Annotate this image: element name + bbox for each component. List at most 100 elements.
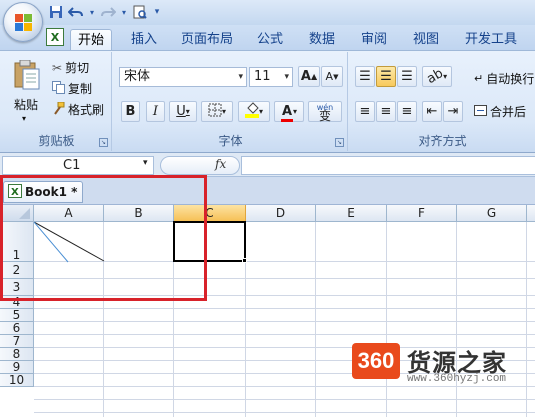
tab-insert[interactable]: 插入 bbox=[124, 29, 164, 51]
column-header-e[interactable]: E bbox=[316, 205, 387, 222]
grow-font-icon: A bbox=[300, 69, 311, 84]
fill-color-button[interactable]: ▾ bbox=[238, 101, 270, 122]
tab-page-layout[interactable]: 页面布局 bbox=[178, 29, 236, 51]
cut-button[interactable]: ✂ 剪切 bbox=[52, 59, 89, 76]
name-box[interactable]: C1 bbox=[2, 156, 154, 175]
align-bottom-icon: ☰ bbox=[401, 69, 413, 84]
align-right-icon: ≡ bbox=[401, 104, 413, 119]
format-painter-label: 格式刷 bbox=[68, 103, 105, 117]
font-launcher-icon[interactable]: ↘ bbox=[335, 138, 344, 147]
align-right-button[interactable]: ≡ bbox=[397, 101, 417, 122]
grid-row-line bbox=[34, 412, 535, 413]
decrease-indent-button[interactable]: ⇤ bbox=[422, 101, 442, 122]
borders-button[interactable]: ▾ bbox=[201, 101, 233, 122]
customize-icon[interactable]: ▾ bbox=[152, 4, 162, 20]
phonetic-char: 变 bbox=[318, 108, 331, 123]
format-painter-button[interactable]: 格式刷 bbox=[52, 101, 104, 118]
formula-input[interactable] bbox=[241, 156, 535, 175]
align-center-icon: ≡ bbox=[380, 104, 392, 119]
grid-row-line bbox=[34, 334, 535, 335]
tab-formulas[interactable]: 公式 bbox=[250, 29, 290, 51]
font-size-combo[interactable]: 11 ▾ bbox=[249, 67, 293, 87]
print-preview-icon[interactable] bbox=[132, 4, 148, 20]
formula-tools bbox=[160, 156, 240, 175]
scissors-icon: ✂ bbox=[52, 60, 63, 75]
paste-button[interactable]: 粘贴 bbox=[14, 96, 38, 113]
column-header-g[interactable]: G bbox=[457, 205, 527, 222]
column-header-partial[interactable] bbox=[527, 205, 535, 222]
cut-label: 剪切 bbox=[65, 61, 90, 75]
redo-dropdown-icon[interactable]: ▾ bbox=[120, 4, 128, 20]
alignment-group-label: 对齐方式 bbox=[418, 134, 467, 148]
paste-dropdown-icon[interactable]: ▾ bbox=[22, 114, 26, 123]
tab-view[interactable]: 视图 bbox=[406, 29, 446, 51]
fill-handle[interactable] bbox=[242, 258, 247, 263]
align-top-icon: ☰ bbox=[359, 69, 371, 84]
copy-label: 复制 bbox=[68, 82, 93, 96]
grid-row-line bbox=[34, 308, 535, 309]
paste-label: 粘贴 bbox=[14, 98, 39, 112]
wrap-text-icon: ↵ bbox=[474, 72, 484, 85]
increase-indent-button[interactable]: ⇥ bbox=[443, 101, 463, 122]
font-color-button[interactable]: A ▾ bbox=[274, 101, 304, 122]
undo-dropdown-icon[interactable]: ▾ bbox=[88, 4, 96, 20]
orientation-icon: ab bbox=[424, 65, 446, 88]
align-left-icon: ≡ bbox=[359, 104, 371, 119]
increase-indent-icon: ⇥ bbox=[447, 104, 459, 119]
quick-access-toolbar: ▾ ▾ ▾ bbox=[48, 4, 162, 20]
wrap-text-button[interactable]: ↵ 自动换行 bbox=[474, 70, 534, 87]
paintbrush-icon bbox=[52, 101, 65, 118]
merge-center-button[interactable]: 合并后 bbox=[474, 103, 526, 120]
tab-developer[interactable]: 开发工具 bbox=[458, 29, 524, 51]
shrink-font-button[interactable]: A ▼ bbox=[321, 66, 343, 87]
clipboard-launcher-icon[interactable]: ↘ bbox=[99, 138, 108, 147]
watermark: 360 货源之家 www.360hyzj.com bbox=[352, 343, 535, 391]
align-left-button[interactable]: ≡ bbox=[355, 101, 375, 122]
grid-row-line bbox=[34, 321, 535, 322]
paint-bucket-icon bbox=[244, 101, 259, 122]
watermark-logo: 360 bbox=[352, 343, 400, 379]
tab-home[interactable]: 开始 bbox=[70, 29, 112, 51]
grid-col-line bbox=[315, 222, 316, 417]
italic-button[interactable]: I bbox=[146, 101, 165, 122]
tab-review[interactable]: 审阅 bbox=[354, 29, 394, 51]
paste-icon[interactable] bbox=[14, 59, 40, 90]
phonetic-button[interactable]: wén 变 bbox=[308, 101, 342, 122]
row-header-10[interactable]: 10 bbox=[0, 374, 34, 387]
merge-label: 合并后 bbox=[490, 105, 527, 119]
align-middle-button[interactable]: ☰ bbox=[376, 66, 396, 87]
align-bottom-button[interactable]: ☰ bbox=[397, 66, 417, 87]
redo-icon[interactable] bbox=[100, 4, 116, 20]
wrap-text-label: 自动换行 bbox=[486, 72, 535, 86]
tab-data[interactable]: 数据 bbox=[302, 29, 342, 51]
undo-icon[interactable] bbox=[68, 4, 84, 20]
save-icon[interactable] bbox=[48, 4, 64, 20]
name-box-dropdown-icon[interactable]: ▾ bbox=[143, 158, 148, 168]
bold-icon: B bbox=[125, 104, 136, 119]
column-header-f[interactable]: F bbox=[387, 205, 457, 222]
clipboard-group-label: 剪贴板 bbox=[38, 134, 75, 148]
shrink-font-icon: A bbox=[325, 70, 334, 83]
align-middle-icon: ☰ bbox=[380, 69, 392, 84]
copy-icon bbox=[52, 80, 65, 97]
font-name-combo[interactable]: 宋体 ▾ bbox=[119, 67, 247, 87]
grow-font-button[interactable]: A ▲ bbox=[298, 66, 320, 87]
insert-function-icon[interactable]: fx bbox=[215, 157, 226, 171]
font-size-dropdown-icon[interactable]: ▾ bbox=[284, 68, 289, 86]
excel-icon: X bbox=[46, 28, 64, 46]
merge-icon bbox=[474, 104, 487, 119]
underline-icon: U bbox=[176, 104, 186, 119]
font-color-letter: A bbox=[281, 104, 293, 119]
underline-button[interactable]: U ▾ bbox=[169, 101, 197, 122]
orientation-button[interactable]: ab ▾ bbox=[422, 66, 452, 87]
align-top-button[interactable]: ☰ bbox=[355, 66, 375, 87]
bold-button[interactable]: B bbox=[121, 101, 140, 122]
column-header-d[interactable]: D bbox=[246, 205, 316, 222]
decrease-indent-icon: ⇤ bbox=[426, 104, 438, 119]
align-center-button[interactable]: ≡ bbox=[376, 101, 396, 122]
font-name-dropdown-icon[interactable]: ▾ bbox=[238, 68, 243, 86]
copy-button[interactable]: 复制 bbox=[52, 80, 92, 97]
italic-icon: I bbox=[152, 104, 159, 119]
office-button[interactable] bbox=[3, 2, 43, 42]
font-size-value: 11 bbox=[254, 69, 271, 84]
